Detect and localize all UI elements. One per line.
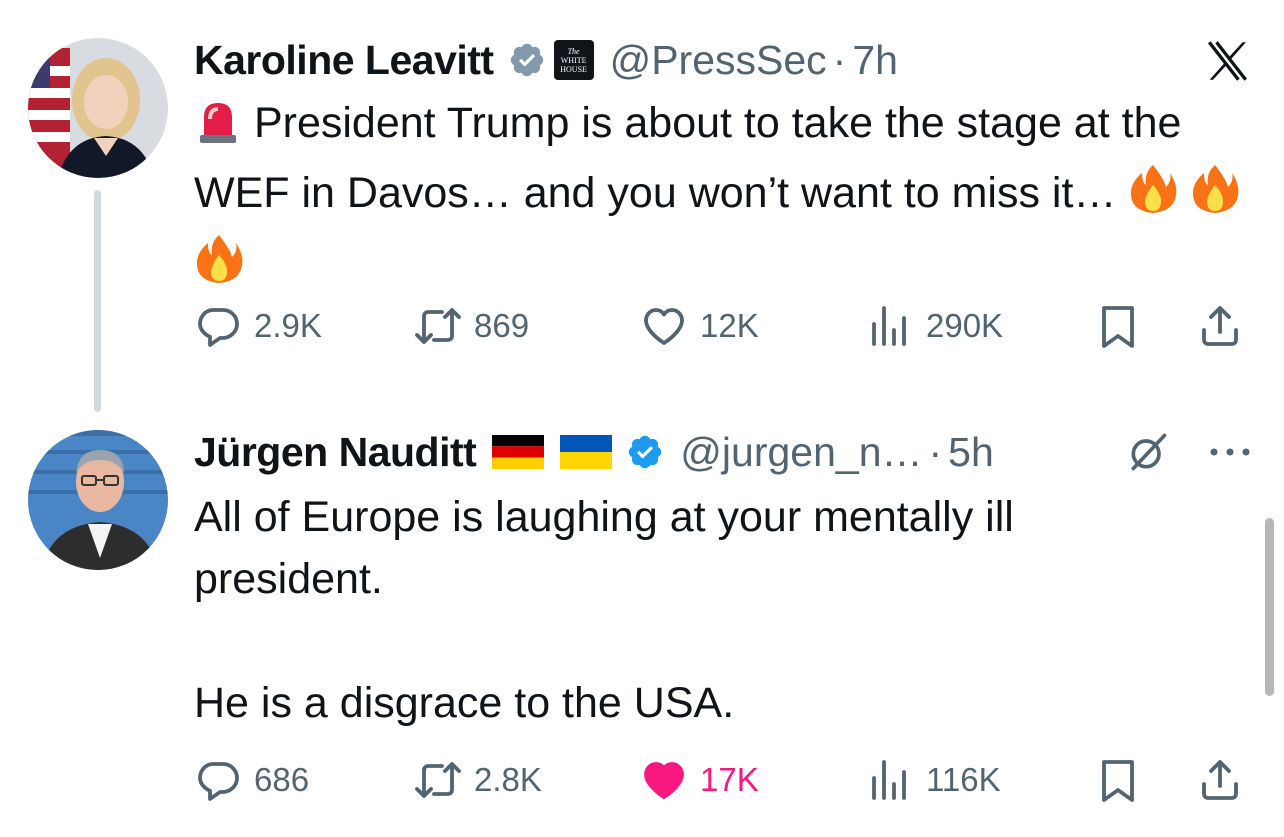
reply-count: 2.9K [254,307,322,344]
like-icon [644,762,684,799]
separator-dot: · [832,36,847,83]
like-button[interactable]: 17K [640,750,759,810]
bookmark-button[interactable] [1094,296,1142,356]
tweet-actions: 2.9K 869 12K 290K [194,296,1254,356]
tweet-press-sec[interactable]: Karoline Leavitt The WHITE HOUSE @PressS… [0,0,1284,412]
tweet-text: All of Europe is laughing at your mental… [194,486,1244,734]
reply-icon [198,308,239,347]
share-button[interactable] [1196,296,1244,356]
timestamp[interactable]: 7h [852,37,898,84]
bookmark-icon [1102,760,1134,802]
views-icon [872,306,906,346]
display-name[interactable]: Karoline Leavitt [194,37,494,84]
repost-count: 869 [474,307,530,344]
like-count: 17K [700,761,759,798]
reply-count: 686 [254,761,310,798]
like-count: 12K [700,307,759,344]
handle[interactable]: @PressSec [610,37,827,84]
ukraine-flag [560,435,613,469]
views-icon [872,760,906,800]
bookmark-button[interactable] [1094,750,1142,810]
views-button[interactable]: 116K [866,750,1001,810]
tweet-text: President Trump is about to take the sta… [194,92,1244,302]
tweet-header: Karoline Leavitt The WHITE HOUSE @PressS… [194,32,1254,88]
rotating-light-emoji [194,97,242,162]
fire-emoji [1128,163,1178,232]
more-icon[interactable] [1206,442,1254,462]
share-button[interactable] [1196,750,1244,810]
verified-badge-icon[interactable] [508,41,546,79]
affil-line: HOUSE [560,64,587,74]
handle[interactable]: @jurgen_n… [680,429,922,476]
share-icon [1202,760,1238,800]
scrollbar[interactable] [1265,518,1274,696]
thread-line [94,190,101,412]
avatar[interactable] [28,430,168,570]
like-button[interactable]: 12K [640,296,759,356]
views-count: 290K [926,307,1004,344]
x-logo [1207,41,1248,81]
share-icon [1202,306,1238,346]
verified-badge-icon[interactable] [626,433,664,471]
tweet-line: He is a disgrace to the USA. [194,679,735,727]
tweet-reply[interactable]: Jürgen Nauditt @jurgen_n… · 5h All of Eu… [0,410,1284,837]
reply-button[interactable]: 2.9K [194,296,322,356]
affiliation-badge-white-house[interactable]: The WHITE HOUSE [553,40,594,80]
bookmark-icon [1102,306,1134,348]
like-icon [644,308,684,345]
retweet-icon [415,308,461,344]
affil-line: The [567,46,580,56]
tweet-line: president. [194,555,383,603]
reply-button[interactable]: 686 [194,750,309,810]
separator-dot: · [928,428,943,475]
views-button[interactable]: 290K [866,296,1003,356]
avatar[interactable] [28,38,168,178]
affil-line: WHITE [560,55,587,65]
repost-button[interactable]: 869 [414,296,529,356]
display-name[interactable]: Jürgen Nauditt [194,429,477,476]
tweet-header: Jürgen Nauditt @jurgen_n… · 5h [194,424,1254,480]
repost-count: 2.8K [474,761,542,798]
repost-button[interactable]: 2.8K [414,750,542,810]
germany-flag [492,435,545,469]
tweet-body: President Trump is about to take the sta… [194,99,1194,217]
fire-emoji [1190,163,1240,232]
fire-emoji [194,233,244,302]
tweet-line: All of Europe is laughing at your mental… [194,493,1014,541]
timestamp[interactable]: 5h [948,429,994,476]
views-count: 116K [926,761,1001,798]
retweet-icon [415,762,461,798]
tweet-actions: 686 2.8K 17K 116K [194,750,1254,810]
grok-icon[interactable] [1124,430,1172,474]
reply-icon [198,762,239,801]
